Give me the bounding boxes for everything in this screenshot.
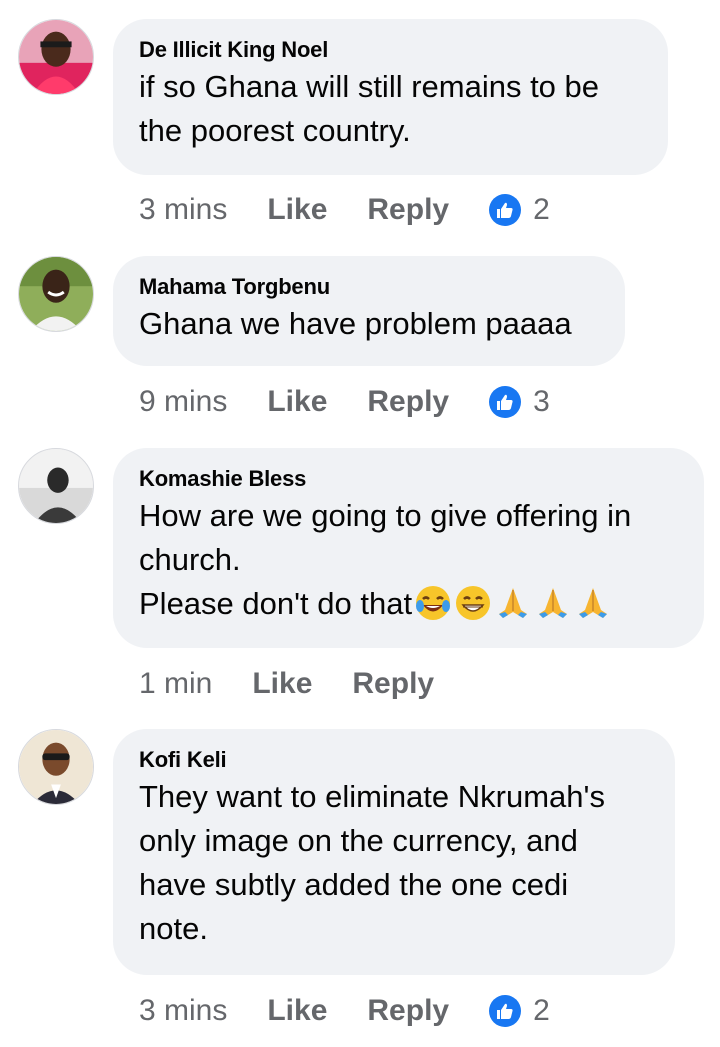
reply-button[interactable]: Reply: [367, 385, 449, 419]
grinning-face-icon: [454, 584, 492, 622]
reply-button[interactable]: Reply: [352, 667, 434, 701]
reactions-count: 2: [533, 193, 550, 226]
reply-button[interactable]: Reply: [367, 193, 449, 227]
thumbs-up-icon: [489, 194, 522, 226]
avatar-image: [19, 20, 93, 94]
comment-author[interactable]: Komashie Bless: [139, 466, 678, 492]
comment-actions: 9 mins Like Reply 3: [139, 382, 550, 422]
comment-actions: 3 mins Like Reply 2: [139, 991, 550, 1031]
avatar-image: [19, 449, 93, 523]
comment-bubble: Komashie Bless How are we going to give …: [113, 448, 704, 648]
reactions[interactable]: 2: [489, 994, 550, 1028]
reactions-count: 2: [533, 994, 550, 1027]
comment-time[interactable]: 3 mins: [139, 193, 227, 227]
like-button[interactable]: Like: [267, 385, 327, 419]
comment-text: Ghana we have problem paaaa: [139, 306, 572, 341]
avatar[interactable]: [18, 448, 94, 524]
comment-time[interactable]: 3 mins: [139, 994, 227, 1028]
comment-bubble: Kofi Keli They want to eliminate Nkrumah…: [113, 729, 675, 975]
comment-bubble: Mahama Torgbenu Ghana we have problem pa…: [113, 256, 625, 366]
avatar[interactable]: [18, 19, 94, 95]
reactions[interactable]: 2: [489, 193, 550, 227]
thumbs-up-icon: [489, 995, 522, 1027]
comment-time[interactable]: 1 min: [139, 667, 212, 701]
like-button[interactable]: Like: [267, 193, 327, 227]
comment-text: if so Ghana will still remains to be the…: [139, 69, 600, 148]
comment-author[interactable]: Kofi Keli: [139, 747, 649, 773]
folded-hands-icon: [574, 584, 612, 622]
avatar-image: [19, 730, 93, 804]
avatar-image: [19, 257, 93, 331]
face-with-tears-of-joy-icon: [414, 584, 452, 622]
thumbs-up-icon: [489, 386, 522, 418]
reply-button[interactable]: Reply: [367, 994, 449, 1028]
like-button[interactable]: Like: [252, 667, 312, 701]
comment-text: They want to eliminate Nkrumah's only im…: [139, 779, 605, 946]
reactions[interactable]: 3: [489, 385, 550, 419]
comment-author[interactable]: Mahama Torgbenu: [139, 274, 599, 300]
comment-time[interactable]: 9 mins: [139, 385, 227, 419]
comment-bubble: De Illicit King Noel if so Ghana will st…: [113, 19, 668, 175]
like-button[interactable]: Like: [267, 994, 327, 1028]
reactions-count: 3: [533, 385, 550, 418]
avatar[interactable]: [18, 256, 94, 332]
avatar[interactable]: [18, 729, 94, 805]
comment-text: How are we going to give offering in chu…: [139, 494, 678, 626]
comment-actions: 1 min Like Reply: [139, 664, 474, 704]
comment-author[interactable]: De Illicit King Noel: [139, 37, 642, 63]
folded-hands-icon: [534, 584, 572, 622]
folded-hands-icon: [494, 584, 532, 622]
comment-actions: 3 mins Like Reply 2: [139, 190, 550, 230]
